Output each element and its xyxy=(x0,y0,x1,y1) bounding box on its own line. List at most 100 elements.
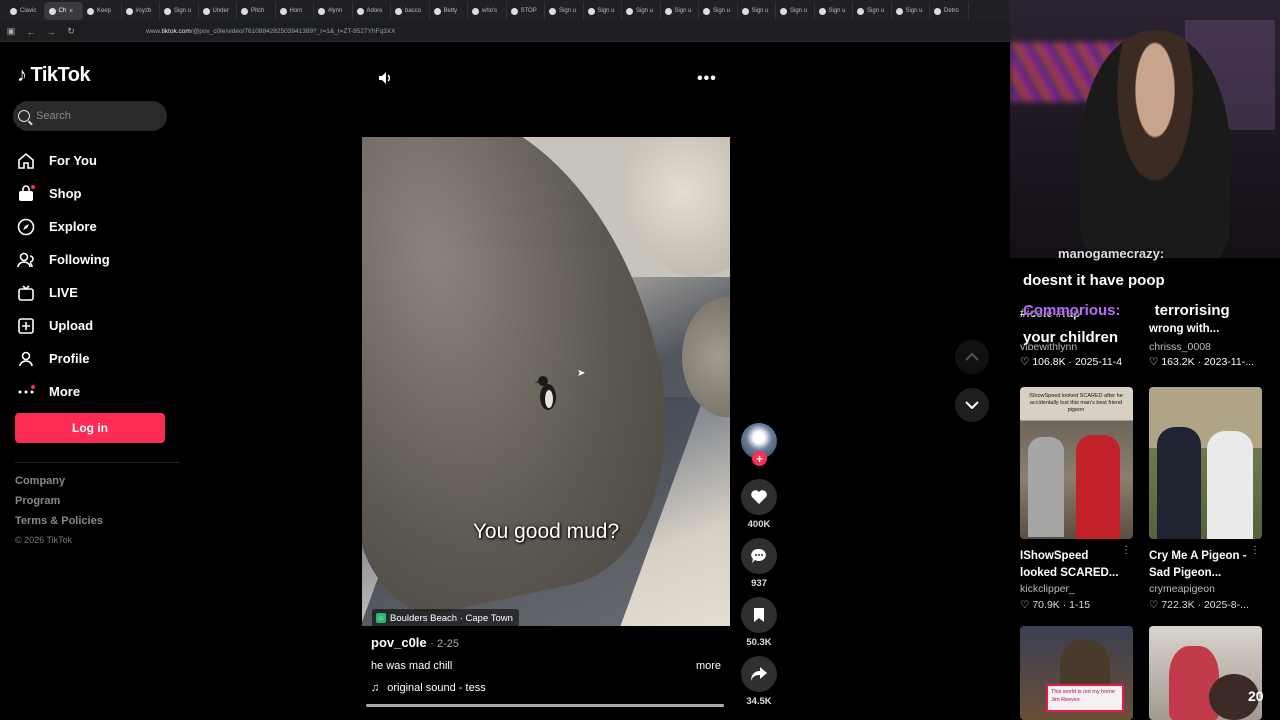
video-meta: pov_c0le · 2-25 he was mad chill more ♫ … xyxy=(371,635,721,694)
previous-video-button[interactable] xyxy=(955,340,989,374)
tab-label: Ch xyxy=(58,8,67,14)
browser-tab[interactable]: Sign u xyxy=(160,2,199,20)
browser-tab[interactable]: Under xyxy=(199,2,237,20)
browser-tab[interactable]: Adore xyxy=(353,2,391,20)
browser-tab[interactable]: Sign u xyxy=(622,2,661,20)
live-icon xyxy=(17,284,35,302)
creator-avatar[interactable]: + xyxy=(741,423,777,466)
heart-icon[interactable] xyxy=(741,479,777,515)
browser-tab[interactable]: Sign u xyxy=(738,2,776,20)
tab-favicon-icon xyxy=(549,7,556,15)
browser-tab[interactable]: Detro xyxy=(930,2,969,20)
next-video-button[interactable] xyxy=(955,388,989,422)
related-video-stats: ♡ 106.8K · 2025-11-4 xyxy=(1020,356,1123,368)
browser-tab-bar: Clavic Ch × Keep #syzb Sign u Under Pitch Hom #ly… xyxy=(0,0,1010,22)
comment-action[interactable]: 937 xyxy=(741,538,777,589)
sound-row[interactable]: ♫ original sound - tess xyxy=(371,682,721,694)
tab-favicon-icon xyxy=(318,7,325,15)
tab-favicon-icon xyxy=(510,7,518,15)
browser-tab[interactable]: Sign u xyxy=(584,2,622,20)
back-icon[interactable]: ← xyxy=(26,27,36,37)
login-button[interactable]: Log in xyxy=(15,413,165,443)
emote-badge: 20 xyxy=(1248,688,1264,704)
browser-tab[interactable]: Ch × xyxy=(44,2,83,20)
tab-label: bacco xyxy=(405,8,422,14)
sidebar-item-live[interactable]: LIVE xyxy=(17,276,110,309)
video-player[interactable]: You good mud? ⌂ Boulders Beach · Cape To… xyxy=(362,137,730,626)
sidebar-toggle-icon[interactable]: ▣ xyxy=(6,26,16,37)
more-button[interactable]: more xyxy=(696,660,721,672)
footer-link-program[interactable]: Program xyxy=(15,495,103,515)
sidebar-item-more[interactable]: More xyxy=(17,375,110,408)
thumbnail-caption: IShowSpeed looked SCARED after he accide… xyxy=(1029,393,1123,414)
tab-label: Sign u xyxy=(790,8,808,14)
browser-tab[interactable]: Sign u xyxy=(853,2,892,20)
browser-tab[interactable]: Keep xyxy=(83,2,122,20)
search-placeholder: Search xyxy=(36,110,71,122)
location-tag[interactable]: ⌂ Boulders Beach · Cape Town xyxy=(372,609,519,626)
volume-icon[interactable] xyxy=(377,70,393,91)
browser-tab[interactable]: bacco xyxy=(391,2,430,20)
related-video-card[interactable]: This world is not my home Jim Reeves xyxy=(1020,626,1133,720)
video-progress-bar[interactable] xyxy=(366,704,724,707)
more-options-icon[interactable]: ••• xyxy=(697,70,717,88)
title-line: IShowSpeed xyxy=(1020,550,1089,562)
forward-icon[interactable]: → xyxy=(46,27,56,37)
tab-favicon-icon xyxy=(241,7,248,15)
sidebar: ♪ TikTok Search For You Shop Explore Fol… xyxy=(0,42,180,720)
like-action[interactable]: 400K xyxy=(741,479,777,530)
browser-tab[interactable]: Sign u xyxy=(892,2,930,20)
browser-tab[interactable]: Clavic xyxy=(6,2,45,20)
related-video-thumbnail[interactable]: This world is not my home Jim Reeves xyxy=(1020,626,1133,720)
browser-tab[interactable]: #lynn xyxy=(314,2,353,20)
browser-tab[interactable]: STOP xyxy=(507,2,545,20)
related-video-user: crymeapigeon xyxy=(1149,583,1215,596)
browser-tab[interactable]: Pitch xyxy=(237,2,276,20)
sidebar-item-for-you[interactable]: For You xyxy=(17,144,110,177)
sidebar-item-profile[interactable]: Profile xyxy=(17,342,110,375)
search-input[interactable]: Search xyxy=(13,101,167,131)
share-action[interactable]: 34.5K xyxy=(741,656,777,707)
tab-label: Sign u xyxy=(674,8,692,14)
sidebar-item-shop[interactable]: Shop xyxy=(17,177,110,210)
thumbnail-person xyxy=(1076,435,1120,539)
comment-icon[interactable] xyxy=(741,538,777,574)
related-video-thumbnail[interactable] xyxy=(1149,626,1262,720)
related-video-card[interactable] xyxy=(1149,626,1262,720)
footer-link-company[interactable]: Company xyxy=(15,475,103,495)
reload-icon[interactable]: ↻ xyxy=(66,26,76,37)
follow-plus-icon[interactable]: + xyxy=(752,451,767,466)
share-icon[interactable] xyxy=(741,656,777,692)
related-video-card[interactable]: IShowSpeed looked SCARED after he accide… xyxy=(1020,387,1133,611)
browser-tab[interactable]: who's xyxy=(468,2,507,20)
kebab-menu-icon[interactable]: ⋮ xyxy=(1250,545,1260,556)
video-overlay-text: You good mud? xyxy=(472,520,620,543)
browser-tab[interactable]: Sign u xyxy=(699,2,738,20)
progress-fill xyxy=(366,704,724,707)
tiktok-logo[interactable]: ♪ TikTok xyxy=(17,64,91,87)
browser-tab[interactable]: Sign u xyxy=(545,2,584,20)
browser-tab[interactable]: Sign u xyxy=(776,2,815,20)
sidebar-item-upload[interactable]: Upload xyxy=(17,309,110,342)
tab-favicon-icon xyxy=(279,7,287,15)
browser-tab[interactable]: Hom xyxy=(276,2,314,20)
related-video-thumbnail[interactable]: IShowSpeed looked SCARED after he accide… xyxy=(1020,387,1133,539)
sidebar-item-following[interactable]: Following xyxy=(17,243,110,276)
url-field[interactable]: www.tiktok.com/@pov_c0le/video/761088428… xyxy=(146,28,395,35)
action-rail: + 400K 937 50.3K 34.5K xyxy=(741,423,777,707)
browser-tab[interactable]: Betty xyxy=(430,2,468,20)
close-tab-icon[interactable]: × xyxy=(69,8,73,15)
kebab-menu-icon[interactable]: ⋮ xyxy=(1121,545,1131,556)
location-label: Boulders Beach · Cape Town xyxy=(390,612,513,624)
related-video-card[interactable]: Cry Me A Pigeon - Sad Pigeon... ⋮ crymeap… xyxy=(1149,387,1262,611)
sidebar-item-explore[interactable]: Explore xyxy=(17,210,110,243)
related-video-thumbnail[interactable] xyxy=(1149,387,1262,539)
bookmark-icon[interactable] xyxy=(741,597,777,633)
browser-tab[interactable]: Sign u xyxy=(815,2,853,20)
browser-tab[interactable]: Sign u xyxy=(661,2,699,20)
video-author[interactable]: pov_c0le · 2-25 xyxy=(371,635,721,650)
compass-icon xyxy=(17,218,35,236)
footer-link-terms[interactable]: Terms & Policies xyxy=(15,515,103,535)
save-action[interactable]: 50.3K xyxy=(741,597,777,648)
browser-tab[interactable]: #syzb xyxy=(122,2,160,20)
